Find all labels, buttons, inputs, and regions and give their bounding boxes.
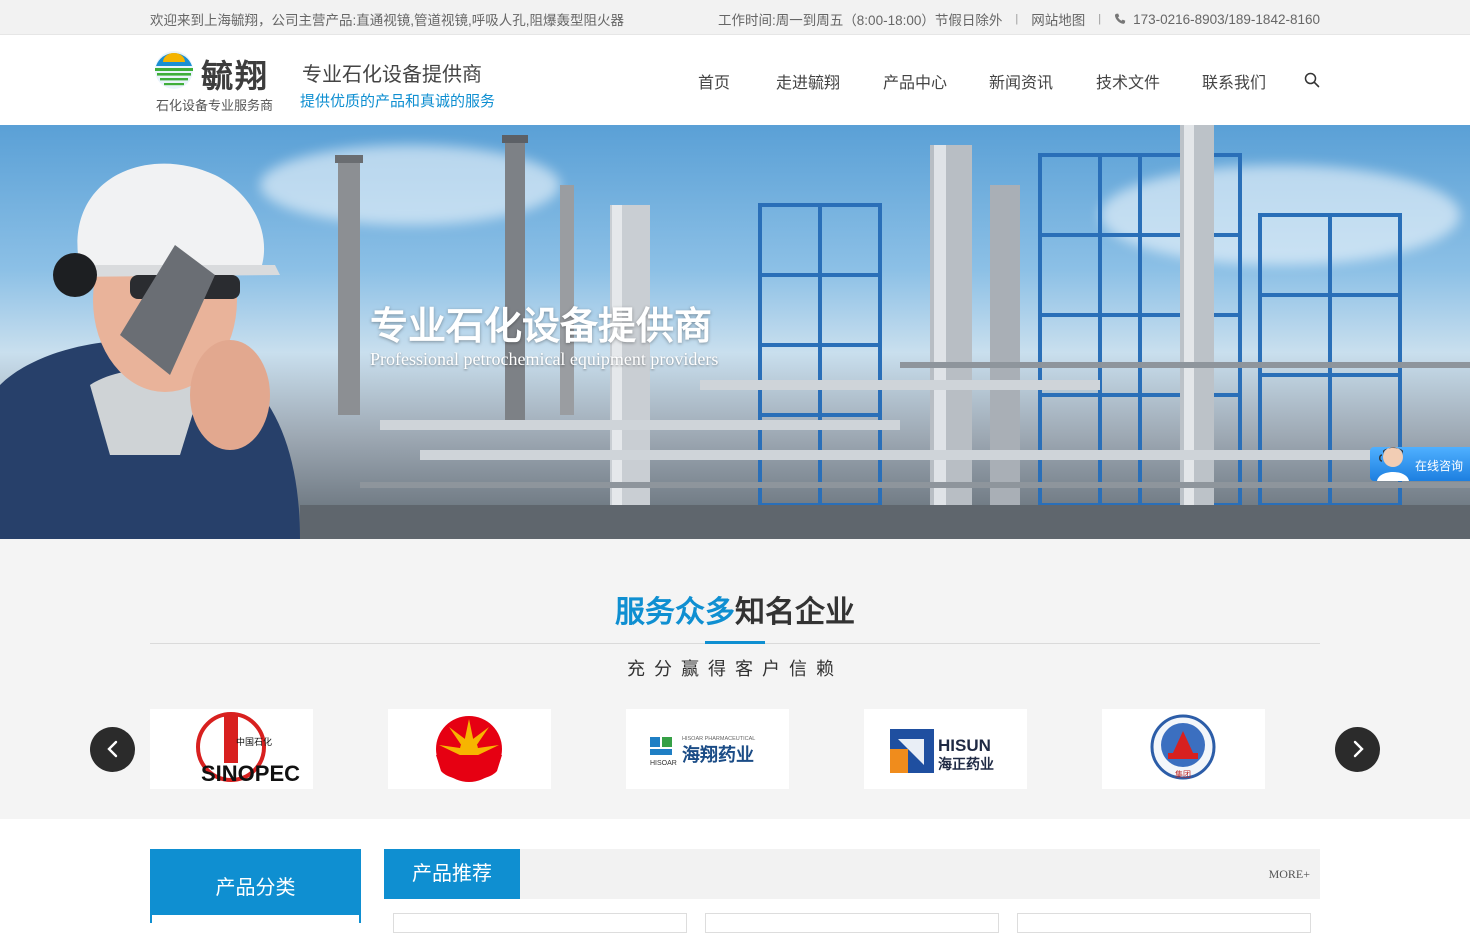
nav-about[interactable]: 走进毓翔 <box>776 69 840 93</box>
sitemap-link[interactable]: 网站地图 <box>1031 9 1085 29</box>
product-card[interactable] <box>1017 913 1311 933</box>
banner-title: 专业石化设备提供商 <box>370 306 713 348</box>
client-logo-sinopec[interactable]: SINOPEC 中国石化 <box>150 709 313 789</box>
top-bar-right: 工作时间:周一到周五（8:00-18:00）节假日除外 | 网站地图 | 173… <box>718 9 1320 29</box>
nav-news[interactable]: 新闻资讯 <box>989 69 1053 93</box>
industrial-plant-image <box>0 125 1470 539</box>
main-nav: 首页 走进毓翔 产品中心 新闻资讯 技术文件 联系我们 <box>0 35 1470 125</box>
client-logo-petrochina[interactable] <box>388 709 551 789</box>
client-logo-text: 海翔药业 <box>682 744 754 766</box>
phone-number: 173-0216-8903/189-1842-8160 <box>1133 11 1320 27</box>
chevron-right-icon <box>1353 740 1364 758</box>
carousel-prev-button[interactable] <box>90 727 135 772</box>
product-category-title: 产品分类 <box>215 877 296 899</box>
welcome-text: 欢迎来到上海毓翔，公司主营产品:直通视镜,管道视镜,呼吸人孔,阻爆轰型阻火器 <box>150 13 625 28</box>
nav-products[interactable]: 产品中心 <box>883 69 947 93</box>
client-logo-small: 集团 <box>1175 769 1191 779</box>
client-logo-text: SINOPEC <box>201 761 300 786</box>
clients-tagline: 充分赢得客户信赖 <box>627 659 843 679</box>
agent-avatar-icon <box>1377 447 1409 481</box>
hero-banner: 专业石化设备提供商 Professional petrochemical equ… <box>0 125 1470 539</box>
search-icon[interactable] <box>1304 72 1320 88</box>
nav-contact[interactable]: 联系我们 <box>1202 69 1266 93</box>
online-consult-label: 在线咨询 <box>1415 459 1464 473</box>
separator: | <box>1015 13 1019 25</box>
divider-accent <box>705 641 765 644</box>
product-card[interactable] <box>705 913 999 933</box>
clients-section: 服务众多知名企业 充分赢得客户信赖 SINOPEC 中国石化 HISOAR 海翔… <box>0 539 1470 819</box>
chevron-left-icon <box>107 740 118 758</box>
clients-heading-highlight: 服务众多 <box>615 596 735 629</box>
client-logo-small: 中国石化 <box>236 736 272 748</box>
group-seal-logo-icon: 集团 <box>1150 714 1216 780</box>
banner-subtitle: Professional petrochemical equipment pro… <box>370 349 719 369</box>
client-logo-hisoar[interactable]: HISOAR 海翔药业 HISOAR PHARMACEUTICAL <box>626 709 789 789</box>
tab-recommended-products[interactable]: 产品推荐 <box>384 849 520 899</box>
site-header: 毓翔 石化设备专业服务商 专业石化设备提供商 提供优质的产品和真诚的服务 首页 … <box>0 35 1470 125</box>
hisoar-logo-icon: HISOAR 海翔药业 HISOAR PHARMACEUTICAL <box>650 736 755 767</box>
client-logo-hisun[interactable]: HISUN 海正药业 <box>864 709 1027 789</box>
hisun-logo-icon: HISUN 海正药业 <box>890 729 994 773</box>
more-link[interactable]: MORE+ <box>1269 867 1310 882</box>
product-category-box: 产品分类 <box>150 849 361 925</box>
client-logo-small: 海正药业 <box>938 756 994 773</box>
client-logo-small: HISOAR PHARMACEUTICAL <box>682 736 755 742</box>
nav-home[interactable]: 首页 <box>698 69 730 93</box>
petrochina-logo-icon <box>436 716 502 782</box>
client-logo-tag: HISOAR <box>650 760 677 767</box>
category-list <box>152 915 359 925</box>
phone-icon <box>1115 13 1126 24</box>
sinopec-logo-icon: SINOPEC 中国石化 <box>196 712 300 786</box>
separator: | <box>1098 13 1102 25</box>
online-consult-button[interactable]: 在线咨询 <box>1370 447 1470 481</box>
nav-tech-docs[interactable]: 技术文件 <box>1096 69 1160 93</box>
clients-heading-rest: 知名企业 <box>735 596 855 629</box>
clients-heading: 服务众多知名企业 <box>0 587 1470 631</box>
carousel-next-button[interactable] <box>1335 727 1380 772</box>
client-logo-text: HISUN <box>938 736 991 755</box>
client-logo-group[interactable]: 集团 <box>1102 709 1265 789</box>
recommended-bar: 产品推荐 MORE+ <box>384 849 1320 899</box>
work-hours: 工作时间:周一到周五（8:00-18:00）节假日除外 <box>718 13 1003 28</box>
top-bar: 欢迎来到上海毓翔，公司主营产品:直通视镜,管道视镜,呼吸人孔,阻爆轰型阻火器 工… <box>0 0 1470 35</box>
product-card[interactable] <box>393 913 687 933</box>
